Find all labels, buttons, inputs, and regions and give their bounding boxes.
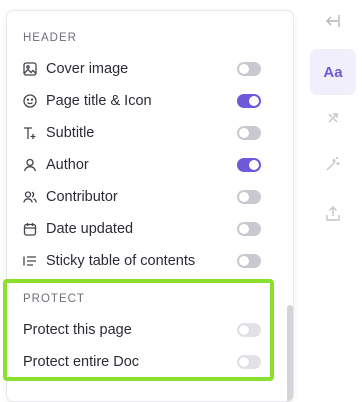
text-style-icon: Aa	[323, 63, 343, 81]
swap-icon	[324, 109, 342, 132]
protect-section-title: PROTECT	[23, 293, 85, 305]
subtitle-row[interactable]: Subtitle	[23, 121, 261, 145]
text-style-button[interactable]: Aa	[310, 49, 356, 95]
list-icon	[23, 254, 37, 268]
collapse-left-icon	[324, 12, 342, 35]
page-title-icon-label: Page title & Icon	[46, 93, 152, 109]
contributor-label: Contributor	[46, 189, 118, 205]
protect-doc-label: Protect entire Doc	[23, 354, 140, 370]
protect-page-label: Protect this page	[23, 322, 132, 338]
magic-wand-button[interactable]	[310, 143, 356, 189]
collapse-panel-button[interactable]	[310, 0, 356, 46]
users-icon	[23, 190, 37, 204]
page-title-icon-row[interactable]: Page title & Icon	[23, 89, 261, 113]
sticky-toc-label: Sticky table of contents	[46, 253, 196, 269]
page-title-icon-toggle[interactable]	[237, 94, 261, 108]
header-section-title: HEADER	[23, 32, 77, 44]
author-label: Author	[46, 157, 89, 173]
subtitle-toggle[interactable]	[237, 126, 261, 140]
text-plus-icon	[23, 126, 37, 140]
author-row[interactable]: Author	[23, 153, 261, 177]
magic-wand-icon	[324, 155, 342, 178]
sticky-toc-toggle[interactable]	[237, 254, 261, 268]
contributor-row[interactable]: Contributor	[23, 185, 261, 209]
sticky-toc-row[interactable]: Sticky table of contents	[23, 249, 261, 273]
image-icon	[23, 62, 37, 76]
protect-page-toggle[interactable]	[237, 323, 261, 337]
protect-doc-toggle[interactable]	[237, 355, 261, 369]
swap-button[interactable]	[310, 97, 356, 143]
cover-image-label: Cover image	[46, 61, 129, 77]
share-upload-icon	[324, 205, 342, 228]
share-button[interactable]	[310, 193, 356, 239]
author-toggle[interactable]	[237, 158, 261, 172]
page-settings-panel: HEADER Cover image Page title & Icon Sub…	[6, 10, 294, 402]
contributor-toggle[interactable]	[237, 190, 261, 204]
smiley-icon	[23, 94, 37, 108]
date-updated-row[interactable]: Date updated	[23, 217, 261, 241]
subtitle-label: Subtitle	[46, 125, 95, 141]
calendar-icon	[23, 222, 37, 236]
cover-image-toggle[interactable]	[237, 62, 261, 76]
cover-image-row[interactable]: Cover image	[23, 57, 261, 81]
panel-scrollbar[interactable]	[287, 305, 293, 401]
date-updated-toggle[interactable]	[237, 222, 261, 236]
protect-doc-row[interactable]: Protect entire Doc	[23, 350, 261, 374]
date-updated-label: Date updated	[46, 221, 134, 237]
user-icon	[23, 158, 37, 172]
protect-page-row[interactable]: Protect this page	[23, 318, 261, 342]
